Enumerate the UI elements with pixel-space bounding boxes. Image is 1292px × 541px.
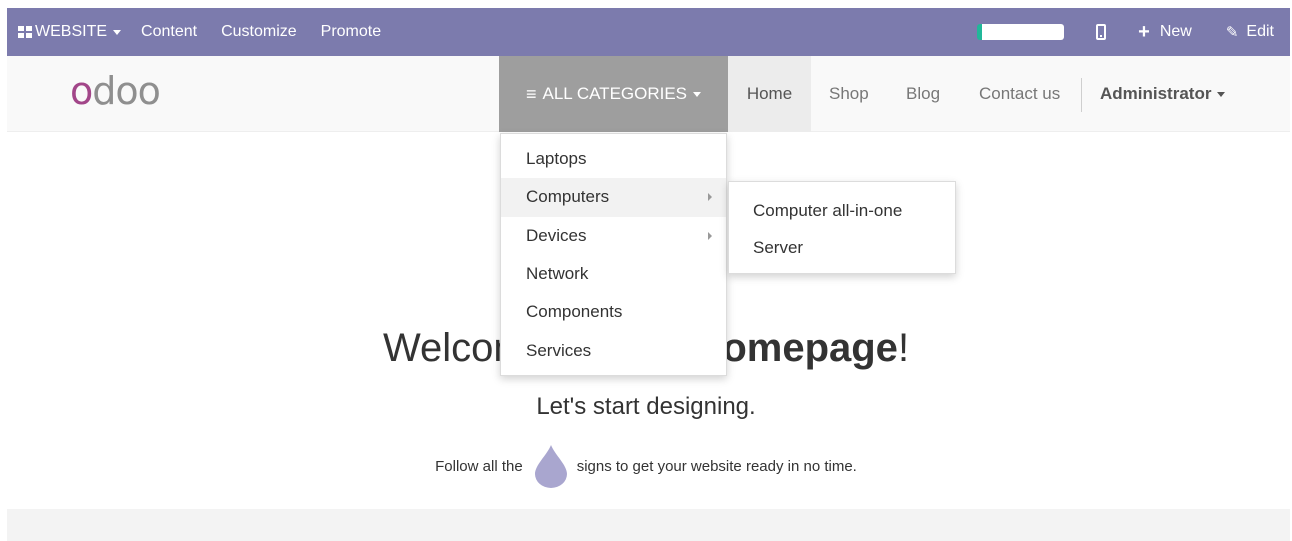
category-label: Laptops [526, 149, 587, 169]
website-menu-button[interactable]: WEBSITE [18, 23, 122, 41]
all-categories-button[interactable]: ≡ ALL CATEGORIES [499, 56, 728, 132]
nav-home[interactable]: Home [728, 56, 811, 132]
hamburger-icon: ≡ [525, 83, 537, 104]
droplet-icon [534, 445, 567, 488]
mobile-preview-icon[interactable] [1096, 24, 1107, 40]
edit-button[interactable]: ✎ Edit [1226, 23, 1274, 41]
caret-down-icon [113, 29, 122, 35]
all-categories-label: ALL CATEGORIES [542, 84, 688, 103]
category-item-laptops[interactable]: Laptops [501, 140, 726, 178]
category-item-computers[interactable]: Computers [501, 178, 726, 217]
categories-dropdown: Laptops Computers Devices Network Compon… [500, 133, 727, 376]
content-menu-button[interactable]: Content [141, 23, 197, 41]
caret-down-icon [693, 91, 702, 97]
nav-blog[interactable]: Blog [906, 56, 940, 132]
pencil-icon: ✎ [1225, 24, 1239, 41]
nav-divider [1081, 78, 1082, 112]
welcome-suffix: ! [897, 326, 910, 370]
edit-button-label: Edit [1246, 23, 1274, 40]
new-button-label: New [1159, 23, 1192, 40]
caret-down-icon [1217, 91, 1226, 97]
apps-grid-icon [18, 26, 32, 38]
chevron-right-icon [708, 193, 712, 202]
new-button[interactable]: + New [1138, 21, 1192, 43]
website-menu-label: WEBSITE [35, 23, 108, 40]
user-menu-button[interactable]: Administrator [1100, 56, 1226, 132]
follow-text-after: signs to get your website ready in no ti… [576, 457, 857, 475]
user-menu-label: Administrator [1100, 84, 1212, 103]
odoo-logo[interactable]: odoo [70, 71, 161, 111]
footer-strip [7, 509, 1290, 541]
category-label: Computers [526, 187, 610, 207]
customize-menu-button[interactable]: Customize [221, 23, 297, 41]
category-item-network[interactable]: Network [501, 255, 726, 293]
welcome-subtitle: Let's start designing. [536, 393, 756, 420]
promote-menu-button[interactable]: Promote [321, 23, 381, 41]
category-label: Components [526, 302, 623, 322]
category-label: Network [526, 264, 589, 284]
category-item-components[interactable]: Components [501, 293, 726, 331]
nav-shop[interactable]: Shop [829, 56, 869, 132]
main-navbar: odoo ≡ ALL CATEGORIES Home Shop Blog Con… [7, 56, 1290, 132]
follow-text-before: Follow all the [435, 457, 523, 475]
submenu-item-computer-all-in-one[interactable]: Computer all-in-one [729, 192, 955, 229]
category-item-devices[interactable]: Devices [501, 217, 726, 255]
submenu-item-server[interactable]: Server [729, 229, 955, 266]
nav-contact-us[interactable]: Contact us [979, 56, 1060, 132]
plus-icon: + [1138, 21, 1150, 43]
follow-hint: Follow all the signs to get your website… [0, 443, 1292, 489]
computers-submenu: Computer all-in-one Server [728, 181, 956, 274]
chevron-right-icon [708, 231, 712, 240]
progress-bar[interactable] [977, 24, 1065, 40]
category-label: Services [526, 340, 592, 360]
admin-bar: WEBSITE Content Customize Promote + New … [7, 8, 1290, 56]
category-label: Devices [526, 225, 587, 245]
category-item-services[interactable]: Services [501, 331, 726, 369]
